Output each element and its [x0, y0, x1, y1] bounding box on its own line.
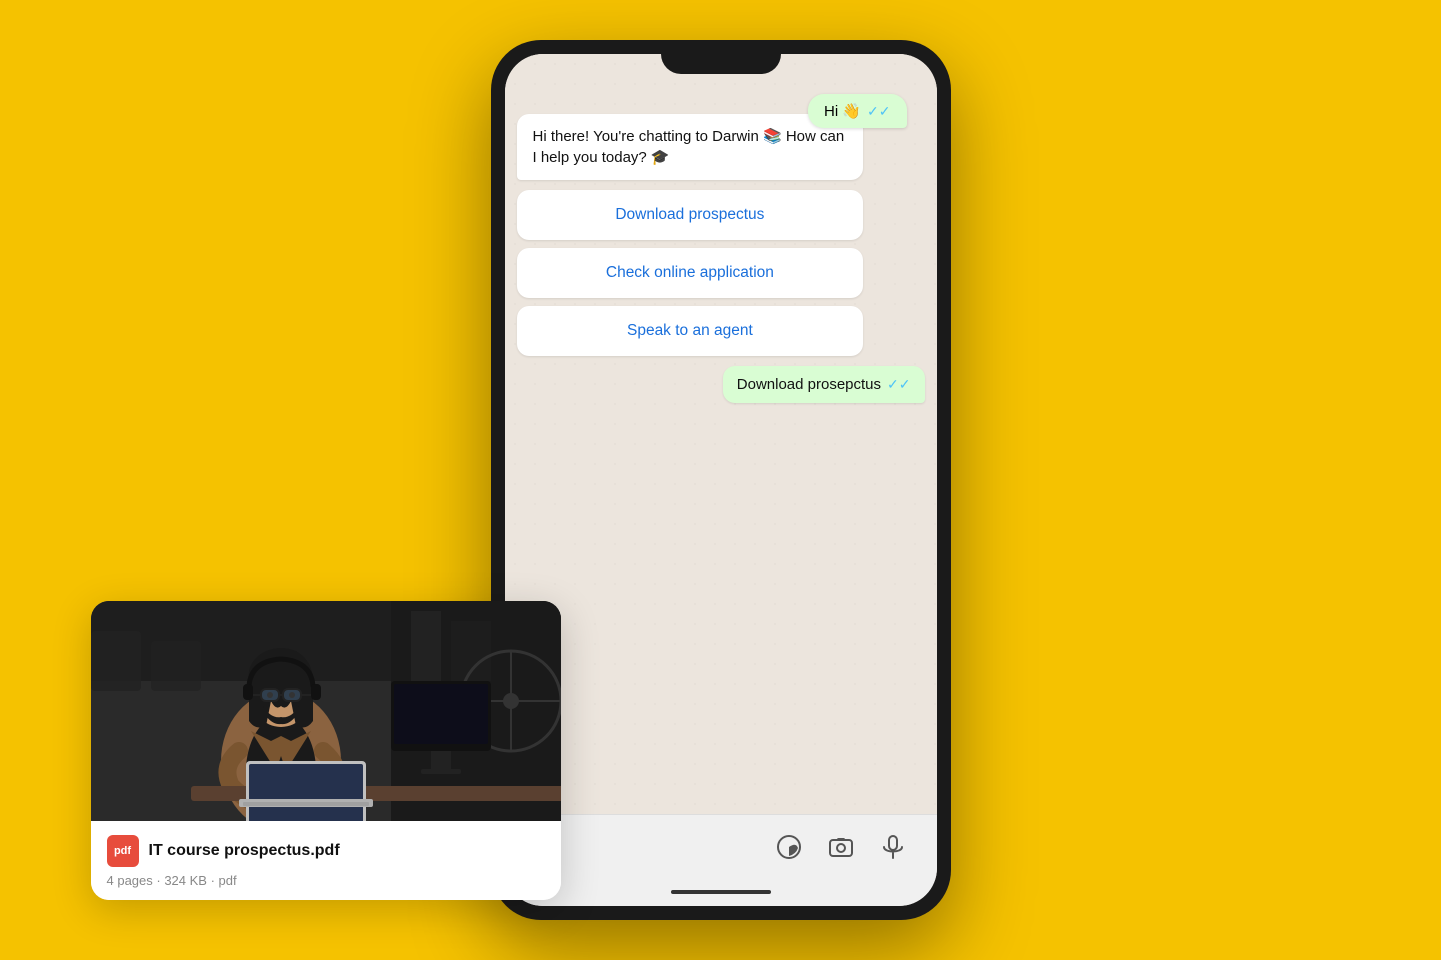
quick-reply-download-prospectus[interactable]: Download prospectus — [517, 190, 864, 240]
pdf-card-body: pdf IT course prospectus.pdf 4 pages · 3… — [91, 821, 561, 900]
pdf-title-row: pdf IT course prospectus.pdf — [107, 835, 545, 867]
pdf-icon: pdf — [107, 835, 139, 867]
greeting-outgoing-bubble: Hi 👋 ✓✓ — [808, 94, 906, 128]
quick-reply-check-application[interactable]: Check online application — [517, 248, 864, 298]
phone-notch — [661, 40, 781, 74]
outgoing-double-check-icon: ✓✓ — [887, 376, 910, 393]
pdf-card: pdf IT course prospectus.pdf 4 pages · 3… — [91, 601, 561, 900]
outgoing-message-text: Download prosepctus — [737, 376, 881, 393]
outgoing-message-bubble: Download prosepctus ✓✓ — [723, 366, 925, 403]
quick-reply-speak-agent[interactable]: Speak to an agent — [517, 306, 864, 356]
pdf-filename: IT course prospectus.pdf — [149, 842, 340, 860]
quick-replies-container: Download prospectus Check online applica… — [517, 190, 864, 356]
home-indicator — [505, 878, 937, 906]
double-check-icon: ✓✓ — [867, 103, 890, 120]
camera-icon[interactable] — [827, 833, 855, 861]
greeting-text: Hi 👋 — [824, 102, 861, 120]
incoming-message-bubble: Hi there! You're chatting to Darwin 📚 Ho… — [517, 114, 864, 180]
pdf-meta: 4 pages · 324 KB · pdf — [107, 873, 545, 888]
scene: Hi 👋 ✓✓ Hi there! You're chatting to Dar… — [271, 20, 1171, 940]
home-bar — [671, 890, 771, 894]
chat-background: Hi 👋 ✓✓ Hi there! You're chatting to Dar… — [505, 54, 937, 814]
phone-screen: Hi 👋 ✓✓ Hi there! You're chatting to Dar… — [505, 54, 937, 906]
chat-input-bar — [505, 814, 937, 878]
sticker-icon[interactable] — [775, 833, 803, 861]
pdf-card-image — [91, 601, 561, 821]
incoming-message-text: Hi there! You're chatting to Darwin 📚 Ho… — [533, 128, 845, 166]
mic-icon[interactable] — [879, 833, 907, 861]
